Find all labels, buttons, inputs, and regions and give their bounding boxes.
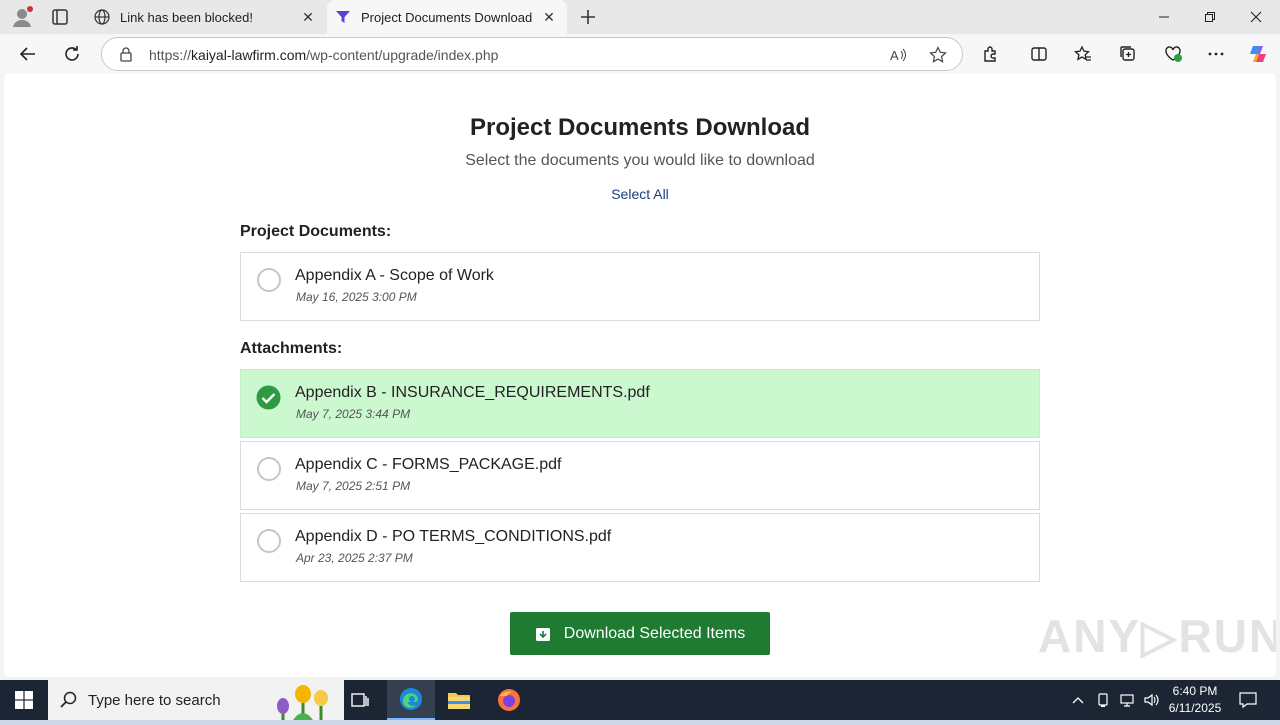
document-name: Appendix D - PO TERMS_CONDITIONS.pdf	[295, 528, 612, 545]
download-button-label: Download Selected Items	[563, 624, 746, 642]
funnel-icon	[335, 9, 351, 25]
download-selected-button[interactable]: Download Selected Items	[510, 612, 770, 655]
copilot-icon[interactable]	[1243, 40, 1273, 68]
close-window-icon[interactable]	[1233, 0, 1279, 34]
favorites-icon[interactable]	[1068, 40, 1098, 68]
split-screen-icon[interactable]	[1024, 40, 1054, 68]
section-heading: Project Documents:	[240, 223, 392, 240]
document-name: Appendix C - FORMS_PACKAGE.pdf	[295, 456, 562, 473]
task-view-icon[interactable]	[336, 680, 384, 720]
radio-unchecked-icon[interactable]	[257, 529, 281, 553]
document-date: May 16, 2025 3:00 PM	[296, 290, 417, 304]
site-info-icon[interactable]	[118, 46, 134, 62]
flowers-decoration-icon	[263, 682, 343, 720]
browser-toolbar: https://kaiyal-lawfirm.com/wp-content/up…	[0, 34, 1280, 74]
page-viewport: Project Documents Download Select the do…	[4, 74, 1276, 677]
page-title: Project Documents Download	[469, 114, 811, 141]
collections-icon[interactable]	[1113, 40, 1143, 68]
tab-title: Link has been blocked!	[120, 9, 253, 25]
tab-strip: Link has been blocked! ✕ Project Documen…	[0, 0, 1280, 34]
close-tab-icon[interactable]: ✕	[537, 5, 561, 29]
svg-text:A: A	[890, 48, 899, 63]
tab-link-blocked[interactable]: Link has been blocked! ✕	[86, 0, 326, 34]
url-text: https://kaiyal-lawfirm.com/wp-content/up…	[149, 47, 499, 63]
document-item[interactable]: Appendix C - FORMS_PACKAGE.pdf May 7, 20…	[240, 441, 1040, 510]
watermark-logo: ANY▷RUN	[1038, 610, 1276, 662]
windows-start-icon[interactable]	[0, 680, 48, 720]
document-date: Apr 23, 2025 2:37 PM	[296, 551, 413, 565]
browser-window: Link has been blocked! ✕ Project Documen…	[0, 0, 1280, 680]
more-options-icon[interactable]	[1201, 40, 1231, 68]
taskbar-search-box[interactable]: Type here to search	[48, 680, 344, 720]
favorite-star-icon[interactable]	[928, 45, 948, 65]
document-name: Appendix B - INSURANCE_REQUIREMENTS.pdf	[295, 384, 650, 401]
notifications-icon[interactable]	[1234, 680, 1262, 720]
page-subtitle: Select the documents you would like to d…	[465, 152, 815, 169]
document-name: Appendix A - Scope of Work	[295, 267, 494, 284]
edge-browser-icon[interactable]	[387, 680, 435, 720]
document-item[interactable]: Appendix D - PO TERMS_CONDITIONS.pdf Apr…	[240, 513, 1040, 582]
radio-unchecked-icon[interactable]	[257, 457, 281, 481]
document-item[interactable]: Appendix B - INSURANCE_REQUIREMENTS.pdf …	[240, 369, 1040, 438]
profile-icon[interactable]	[10, 5, 34, 29]
document-date: May 7, 2025 3:44 PM	[296, 407, 411, 421]
usb-device-icon[interactable]	[1092, 680, 1114, 720]
system-clock[interactable]: 6:40 PM 6/11/2025	[1160, 683, 1230, 717]
search-icon	[60, 691, 78, 709]
document-item[interactable]: Appendix A - Scope of Work May 16, 2025 …	[240, 252, 1040, 321]
extensions-icon[interactable]	[976, 40, 1006, 68]
tab-title: Project Documents Download	[361, 9, 533, 25]
volume-icon[interactable]	[1140, 680, 1162, 720]
clock-time: 6:40 PM	[1172, 684, 1218, 698]
document-date: May 7, 2025 2:51 PM	[296, 479, 411, 493]
select-all-link[interactable]: Select All	[580, 186, 700, 202]
globe-icon	[94, 9, 110, 25]
clock-date: 6/11/2025	[1168, 701, 1222, 715]
section-heading: Attachments:	[240, 340, 343, 357]
show-hidden-icons-icon[interactable]	[1068, 680, 1088, 720]
refresh-icon[interactable]	[57, 40, 87, 68]
minimize-icon[interactable]	[1141, 0, 1187, 34]
close-tab-icon[interactable]: ✕	[296, 5, 320, 29]
address-bar[interactable]: https://kaiyal-lawfirm.com/wp-content/up…	[101, 37, 963, 71]
check-circle-icon[interactable]	[256, 385, 281, 410]
read-aloud-icon[interactable]: A	[888, 45, 908, 65]
taskbar: Type here to search 6:40 PM 6/11/2025	[0, 680, 1280, 720]
network-icon[interactable]	[1116, 680, 1138, 720]
radio-unchecked-icon[interactable]	[257, 268, 281, 292]
tab-actions-icon[interactable]	[50, 7, 70, 27]
archive-icon	[535, 626, 551, 642]
tab-project-documents[interactable]: Project Documents Download ✕	[327, 0, 567, 34]
new-tab-icon[interactable]	[576, 5, 600, 29]
restore-icon[interactable]	[1187, 0, 1233, 34]
browser-essentials-icon[interactable]	[1158, 40, 1188, 68]
search-placeholder: Type here to search	[88, 692, 221, 709]
back-icon[interactable]	[13, 40, 43, 68]
file-explorer-icon[interactable]	[435, 680, 483, 720]
firefox-icon[interactable]	[485, 680, 533, 720]
